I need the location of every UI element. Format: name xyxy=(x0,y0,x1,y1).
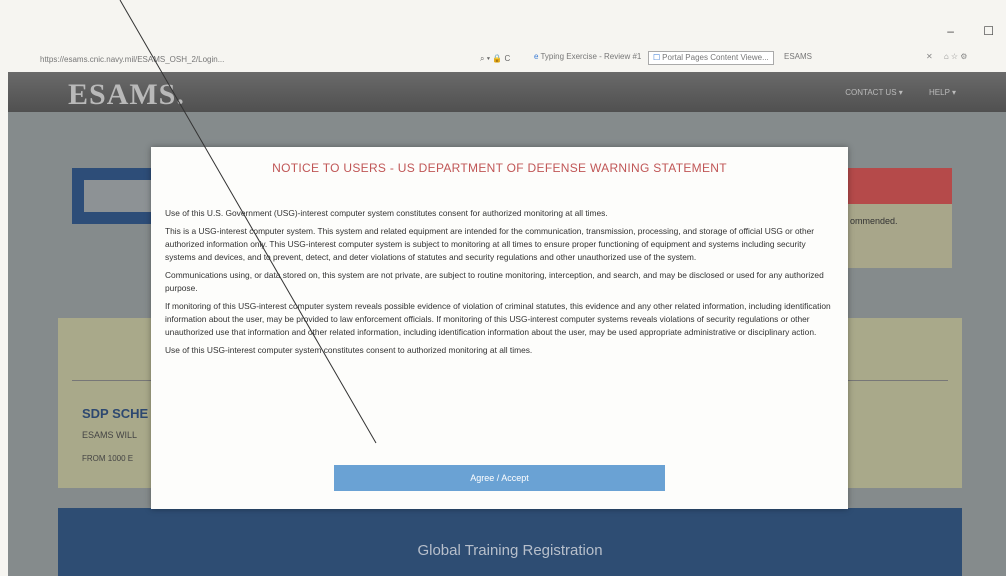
toolbar-icons[interactable]: ✕ ⌂ ☆ ⚙ xyxy=(926,52,967,61)
contact-us-menu[interactable]: CONTACT US ▾ xyxy=(845,88,903,97)
window-controls: – ☐ xyxy=(921,24,994,38)
dod-warning-modal: NOTICE TO USERS - US DEPARTMENT OF DEFEN… xyxy=(151,147,848,509)
header-nav: CONTACT US ▾ HELP ▾ xyxy=(821,88,956,97)
modal-paragraph: If monitoring of this USG-interest compu… xyxy=(165,301,831,337)
ie-icon: e xyxy=(534,52,539,61)
alert-header xyxy=(846,168,952,204)
agree-accept-button[interactable]: Agree / Accept xyxy=(334,465,665,491)
modal-body: Use of this U.S. Government (USG)-intere… xyxy=(165,207,835,362)
minimize-button[interactable]: – xyxy=(947,24,954,38)
modal-paragraph: Use of this USG-interest computer system… xyxy=(165,345,533,355)
alert-body: ommended. xyxy=(846,204,952,268)
site-header: ESAMS. CONTACT US ▾ HELP ▾ xyxy=(8,72,1006,112)
restore-button[interactable]: ☐ xyxy=(983,24,994,38)
modal-paragraph: Use of this U.S. Government (USG)-intere… xyxy=(165,208,608,218)
page-icon: ☐ xyxy=(653,53,661,62)
training-panel-title: Global Training Registration xyxy=(417,542,603,559)
modal-title: NOTICE TO USERS - US DEPARTMENT OF DEFEN… xyxy=(272,161,727,175)
modal-paragraph: This is a USG-interest computer system. … xyxy=(165,226,815,262)
training-panel: Global Training Registration xyxy=(58,508,962,576)
announcement-title: SDP SCHE xyxy=(82,406,149,421)
url-field[interactable]: https://esams.cnic.navy.mil/ESAMS_OSH_2/… xyxy=(40,55,224,64)
address-bar: https://esams.cnic.navy.mil/ESAMS_OSH_2/… xyxy=(28,48,998,70)
announcement-line: ESAMS WILL xyxy=(82,430,138,440)
tab-typing-exercise[interactable]: e Typing Exercise - Review #1 xyxy=(530,51,645,65)
modal-paragraph: Communications using, or data stored on,… xyxy=(165,270,824,293)
tab-esams[interactable]: ESAMS xyxy=(780,51,816,65)
announcement-line: FROM 1000 E xyxy=(82,454,134,463)
tab-portal-pages[interactable]: ☐ Portal Pages Content Viewe... xyxy=(648,51,774,65)
help-menu[interactable]: HELP ▾ xyxy=(929,88,956,97)
esams-logo[interactable]: ESAMS. xyxy=(68,78,185,112)
search-refresh-icons[interactable]: ⌕ ▾ 🔒 C xyxy=(480,54,510,64)
